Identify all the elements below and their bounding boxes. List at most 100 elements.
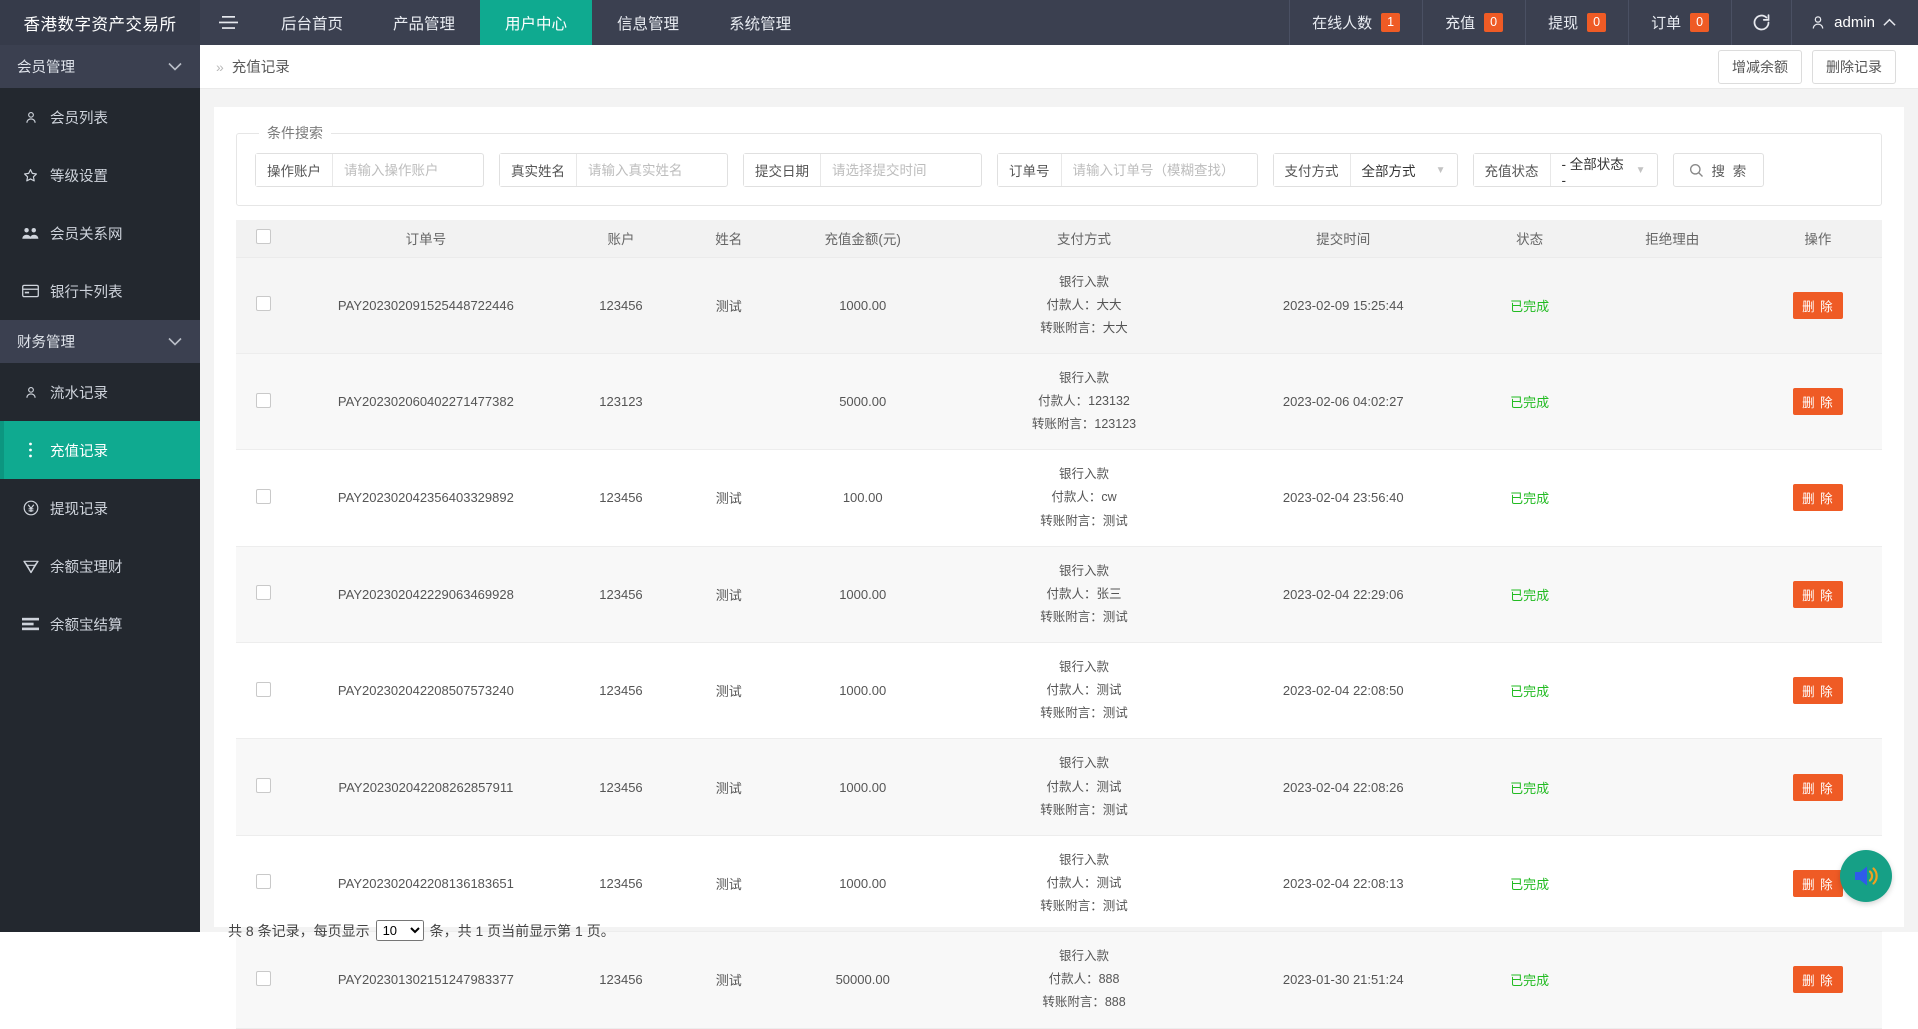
delete-row-button[interactable]: 删 除 — [1793, 677, 1842, 704]
row-checkbox[interactable] — [256, 778, 271, 793]
cell-submit-time: 2023-02-04 22:08:26 — [1218, 739, 1468, 835]
filter-label: 提交日期 — [744, 154, 821, 186]
adjust-balance-button[interactable]: 增减余额 — [1718, 50, 1802, 84]
sidebar-item-label: 流水记录 — [50, 382, 108, 403]
search-section: 条件搜索 操作账户 真实姓名 提交日期 订单号 — [214, 107, 1904, 206]
table-row[interactable]: PAY202302042356403329892123456测试100.00银行… — [236, 450, 1882, 546]
refresh-icon[interactable] — [1731, 0, 1791, 45]
table-row[interactable]: PAY202301302151247983377123456测试50000.00… — [236, 932, 1882, 1028]
row-checkbox[interactable] — [256, 393, 271, 408]
select-recharge-status[interactable]: - 全部状态 - ▼ — [1551, 154, 1657, 186]
table-row[interactable]: PAY202302042208262857911123456测试1000.00银… — [236, 739, 1882, 835]
sidebar-item-recharge-records[interactable]: 充值记录 — [0, 421, 200, 479]
table-row[interactable]: PAY202302042229063469928123456测试1000.00银… — [236, 546, 1882, 642]
row-checkbox[interactable] — [256, 489, 271, 504]
cell-submit-time: 2023-01-30 21:51:24 — [1218, 932, 1468, 1028]
delete-row-button[interactable]: 删 除 — [1793, 388, 1842, 415]
sidebar-item-label: 充值记录 — [50, 440, 108, 461]
stat-recharge[interactable]: 充值 0 — [1422, 0, 1525, 45]
nav-item-4[interactable]: 系统管理 — [704, 0, 816, 45]
delete-row-button[interactable]: 删 除 — [1793, 966, 1842, 993]
row-checkbox[interactable] — [256, 296, 271, 311]
status-badge: 已完成 — [1510, 877, 1549, 892]
table-row[interactable]: PAY202302091525448722446123456测试1000.00银… — [236, 257, 1882, 353]
select-pay-method[interactable]: 全部方式 ▼ — [1351, 154, 1457, 186]
status-badge: 已完成 — [1510, 781, 1549, 796]
breadcrumb-arrow-icon: » — [216, 59, 224, 75]
sidebar-item-yuebao-settlement[interactable]: 余额宝结算 — [0, 595, 200, 653]
status-badge: 已完成 — [1510, 299, 1549, 314]
sidebar: 会员管理 会员列表 等级设置 会员关系网 银行卡列表 财务管理 — [0, 45, 200, 932]
stat-online-users[interactable]: 在线人数 1 — [1289, 0, 1422, 45]
nav-item-2[interactable]: 用户中心 — [480, 0, 592, 45]
row-checkbox[interactable] — [256, 971, 271, 986]
sidebar-group-member-management[interactable]: 会员管理 — [0, 45, 200, 88]
pay-method-payer: 付款人：测试 — [950, 679, 1218, 702]
delete-row-button[interactable]: 删 除 — [1793, 484, 1842, 511]
delete-row-button[interactable]: 删 除 — [1793, 870, 1842, 897]
select-all-checkbox[interactable] — [256, 229, 271, 244]
cell-name: 测试 — [682, 257, 775, 353]
cell-action: 删 除 — [1754, 643, 1882, 739]
pay-method-payer: 付款人：123132 — [950, 390, 1218, 413]
search-input-submit-date[interactable] — [821, 154, 981, 186]
nav-item-3[interactable]: 信息管理 — [592, 0, 704, 45]
stat-orders[interactable]: 订单 0 — [1628, 0, 1731, 45]
search-input-order-no[interactable] — [1062, 154, 1257, 186]
cell-action: 删 除 — [1754, 739, 1882, 835]
table-header-select-all — [236, 220, 292, 257]
filter-label: 操作账户 — [256, 154, 333, 186]
sidebar-item-withdraw-records[interactable]: 提现记录 — [0, 479, 200, 537]
table-row[interactable]: PAY2023020604022714773821231235000.00银行入… — [236, 353, 1882, 449]
page-size-select[interactable]: 102050100 — [376, 920, 424, 941]
delete-row-button[interactable]: 删 除 — [1793, 581, 1842, 608]
row-select-cell — [236, 835, 292, 931]
filter-order-no: 订单号 — [997, 153, 1258, 187]
sidebar-item-member-list[interactable]: 会员列表 — [0, 88, 200, 146]
table-row[interactable]: PAY202302042208507573240123456测试1000.00银… — [236, 643, 1882, 739]
stat-orders-label: 订单 — [1651, 12, 1681, 33]
table-header: 订单号 账户 姓名 充值金额(元) 支付方式 提交时间 状态 拒绝理由 操作 — [236, 220, 1882, 257]
row-checkbox[interactable] — [256, 874, 271, 889]
delete-row-button[interactable]: 删 除 — [1793, 774, 1842, 801]
user-menu[interactable]: admin — [1791, 0, 1918, 45]
delete-row-button[interactable]: 删 除 — [1793, 292, 1842, 319]
hamburger-icon[interactable] — [200, 0, 256, 45]
pay-method-type: 银行入款 — [950, 752, 1218, 775]
sidebar-item-bank-card-list[interactable]: 银行卡列表 — [0, 262, 200, 320]
stat-withdraw[interactable]: 提现 0 — [1525, 0, 1628, 45]
nav-item-1[interactable]: 产品管理 — [368, 0, 480, 45]
sidebar-item-transaction-records[interactable]: 流水记录 — [0, 363, 200, 421]
select-pay-method-value: 全部方式 — [1362, 160, 1416, 180]
search-input-operation-account[interactable] — [333, 154, 483, 186]
cell-account: 123456 — [560, 643, 682, 739]
pay-method-payer: 付款人：大大 — [950, 294, 1218, 317]
table-header-row: 订单号 账户 姓名 充值金额(元) 支付方式 提交时间 状态 拒绝理由 操作 — [236, 220, 1882, 257]
pay-method-type: 银行入款 — [950, 656, 1218, 679]
delete-records-button[interactable]: 删除记录 — [1812, 50, 1896, 84]
search-button[interactable]: 搜 索 — [1673, 153, 1765, 187]
row-checkbox[interactable] — [256, 585, 271, 600]
nav-spacer — [816, 0, 1289, 45]
page-title: 充值记录 — [232, 56, 290, 77]
top-navigation-bar: 香港数字资产交易所 后台首页 产品管理 用户中心 信息管理 系统管理 在线人数 … — [0, 0, 1918, 45]
sidebar-group-finance-management[interactable]: 财务管理 — [0, 320, 200, 363]
cell-pay-method: 银行入款付款人：测试转账附言：测试 — [950, 835, 1218, 931]
search-input-real-name[interactable] — [577, 154, 727, 186]
cell-status: 已完成 — [1468, 450, 1590, 546]
row-checkbox[interactable] — [256, 682, 271, 697]
table-header-action: 操作 — [1754, 220, 1882, 257]
sidebar-item-relationship-network[interactable]: 会员关系网 — [0, 204, 200, 262]
table-header-pay-method: 支付方式 — [950, 220, 1218, 257]
filter-row: 操作账户 真实姓名 提交日期 订单号 — [255, 147, 1863, 187]
sound-toggle-button[interactable] — [1840, 850, 1892, 902]
table-row[interactable]: PAY202302042208136183651123456测试1000.00银… — [236, 835, 1882, 931]
cell-action: 删 除 — [1754, 450, 1882, 546]
cell-name: 测试 — [682, 835, 775, 931]
stat-recharge-badge: 0 — [1484, 13, 1503, 32]
sidebar-item-level-settings[interactable]: 等级设置 — [0, 146, 200, 204]
cell-amount: 50000.00 — [775, 932, 950, 1028]
chevron-up-icon — [1883, 18, 1896, 27]
nav-item-0[interactable]: 后台首页 — [256, 0, 368, 45]
sidebar-item-yuebao-finance[interactable]: 余额宝理财 — [0, 537, 200, 595]
